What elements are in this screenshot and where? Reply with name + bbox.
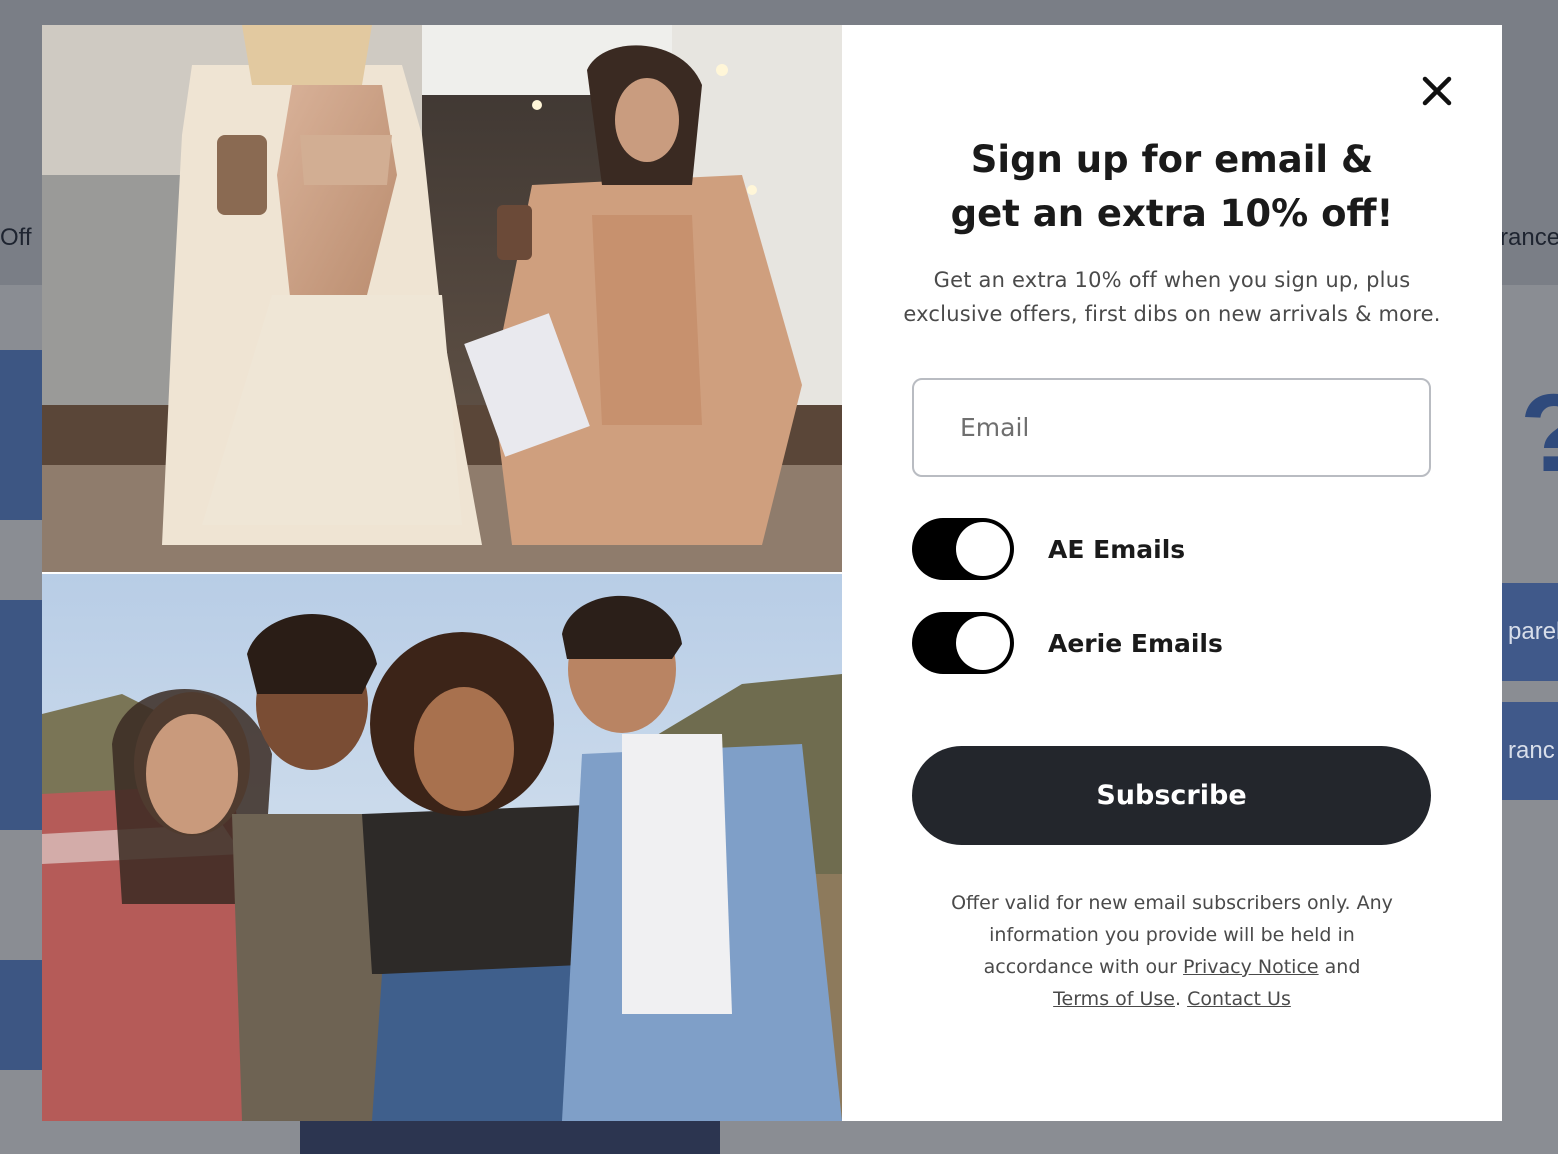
- legal-line: accordance with our Privacy Notice and: [842, 951, 1502, 983]
- description-line: Get an extra 10% off when you sign up, p…: [933, 268, 1411, 292]
- legal-separator: .: [1174, 988, 1182, 1010]
- email-field[interactable]: [912, 378, 1431, 477]
- toggle-knob: [956, 522, 1010, 576]
- aerie-emails-toggle-row[interactable]: Aerie Emails: [912, 612, 1452, 674]
- background-button: ranc: [1502, 702, 1558, 800]
- legal-line: Offer valid for new email subscribers on…: [951, 892, 1393, 914]
- close-button[interactable]: [1417, 71, 1457, 111]
- ae-emails-label: AE Emails: [1048, 534, 1186, 564]
- toggle-knob: [956, 616, 1010, 670]
- headline-line: get an extra 10% off!: [950, 192, 1394, 235]
- promo-photo-bottom: [42, 574, 842, 1121]
- background-graphic: [300, 1121, 720, 1154]
- subscribe-button[interactable]: Subscribe: [912, 746, 1431, 845]
- description-line: exclusive offers, first dibs on new arri…: [903, 302, 1441, 326]
- promo-photo-top-graphic: [42, 25, 842, 572]
- terms-of-use-link[interactable]: Terms of Use: [1053, 988, 1175, 1010]
- signup-modal: Sign up for email & get an extra 10% off…: [42, 25, 1502, 1121]
- background-graphic: ?: [1520, 370, 1558, 497]
- background-graphic: [0, 960, 42, 1070]
- close-icon: [1422, 76, 1452, 106]
- signup-description: Get an extra 10% off when you sign up, p…: [842, 263, 1502, 331]
- background-graphic: [0, 600, 42, 830]
- promo-photo-bottom-graphic: [42, 574, 842, 1121]
- background-nav-item: rance: [1500, 224, 1558, 251]
- legal-disclaimer: Offer valid for new email subscribers on…: [842, 887, 1502, 1015]
- ae-emails-toggle-row[interactable]: AE Emails: [912, 518, 1452, 580]
- signup-panel: Sign up for email & get an extra 10% off…: [842, 25, 1502, 1121]
- aerie-emails-toggle[interactable]: [912, 612, 1014, 674]
- background-nav-item: Off: [0, 224, 32, 251]
- contact-us-link[interactable]: Contact Us: [1187, 988, 1291, 1010]
- aerie-emails-label: Aerie Emails: [1048, 628, 1223, 658]
- legal-text: and: [1324, 956, 1361, 978]
- legal-line: Terms of Use. Contact Us: [842, 983, 1502, 1015]
- headline-line: Sign up for email &: [970, 138, 1374, 181]
- legal-line: information you provide will be held in: [989, 924, 1355, 946]
- privacy-notice-link[interactable]: Privacy Notice: [1183, 956, 1319, 978]
- legal-text: accordance with our: [983, 956, 1177, 978]
- promo-photo-top: [42, 25, 842, 572]
- background-graphic: [0, 350, 42, 520]
- signup-headline: Sign up for email & get an extra 10% off…: [842, 133, 1502, 241]
- ae-emails-toggle[interactable]: [912, 518, 1014, 580]
- background-button: parel: [1502, 583, 1558, 681]
